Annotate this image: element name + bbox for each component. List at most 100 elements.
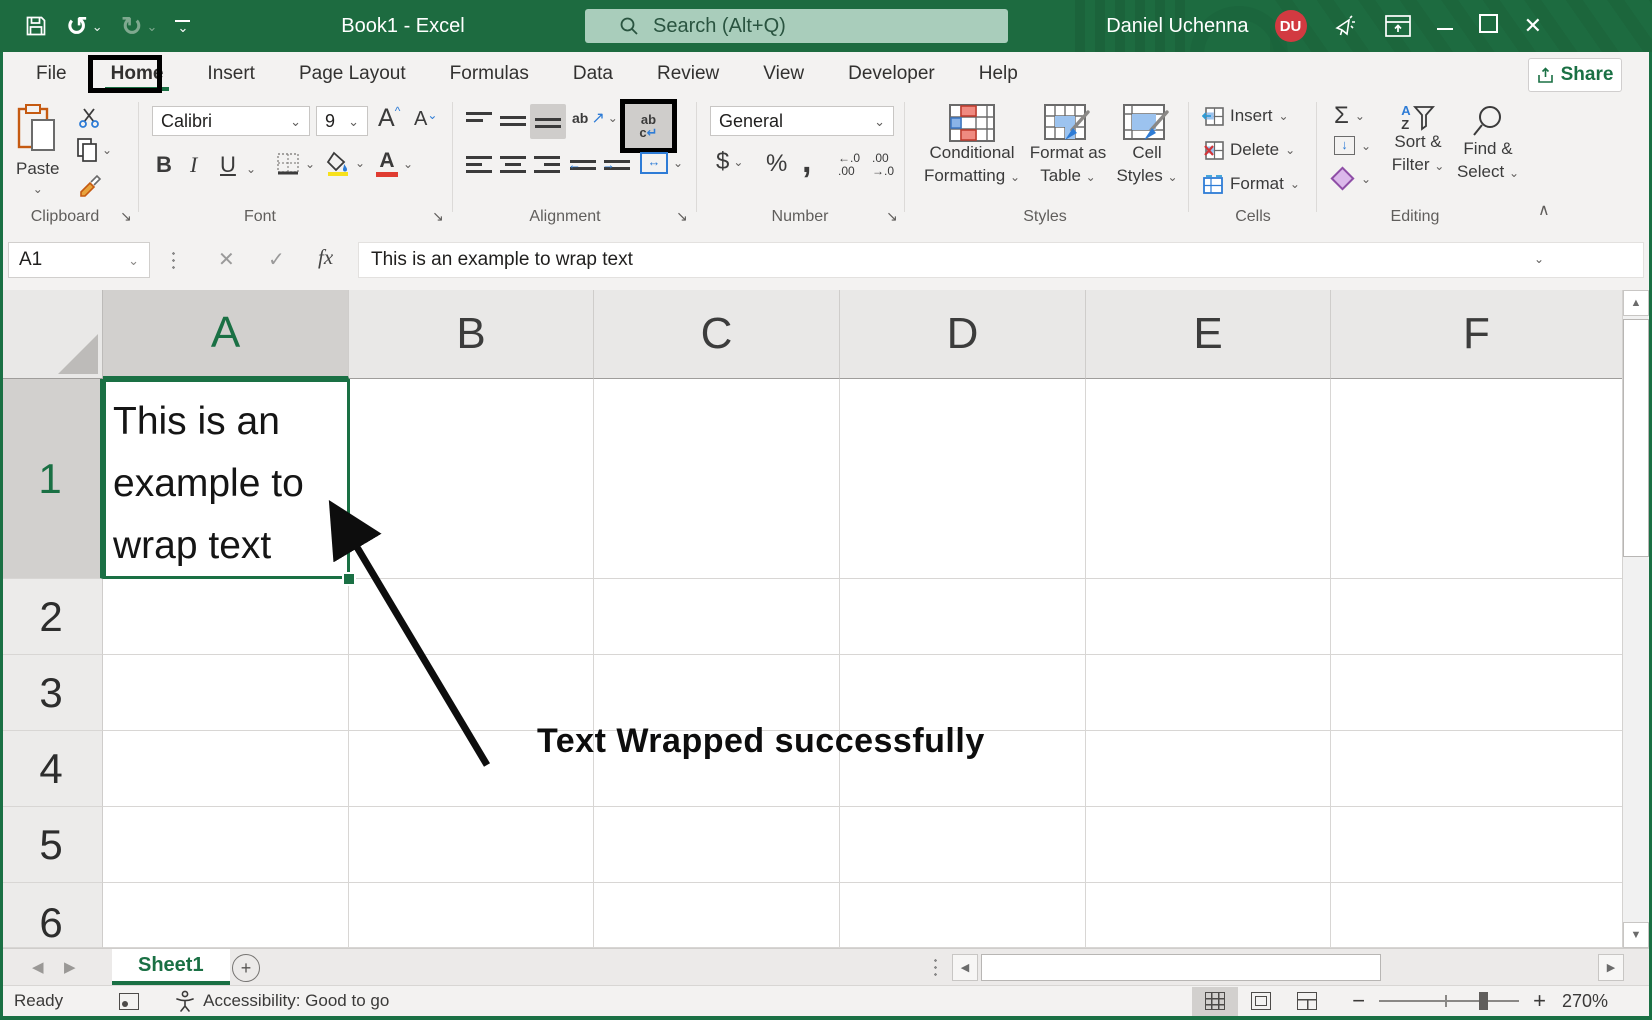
column-header-a[interactable]: A — [103, 290, 349, 379]
row-header-5[interactable]: 5 — [0, 807, 103, 883]
cell[interactable] — [1086, 807, 1331, 883]
vertical-scrollbar[interactable]: ▲ ▼ — [1622, 290, 1649, 948]
zoom-level[interactable]: 270% — [1562, 991, 1608, 1012]
fill-color-button[interactable]: ⌄ — [326, 150, 365, 176]
row-header-6[interactable]: 6 — [0, 883, 103, 948]
tab-help[interactable]: Help — [957, 63, 1040, 85]
share-button[interactable]: Share — [1528, 58, 1622, 92]
cell[interactable] — [103, 731, 349, 807]
increase-indent-button[interactable]: → — [604, 154, 630, 180]
user-name[interactable]: Daniel Uchenna — [1106, 15, 1248, 38]
conditional-formatting-button[interactable]: Conditional Formatting ⌄ — [922, 104, 1022, 188]
zoom-slider-handle[interactable] — [1479, 992, 1488, 1010]
paste-button[interactable]: Paste⌄ — [16, 104, 59, 197]
insert-function-icon[interactable]: fx — [318, 245, 333, 270]
cell[interactable] — [1331, 807, 1622, 883]
cell[interactable] — [1331, 655, 1622, 731]
coming-soon-megaphone-icon[interactable] — [1333, 13, 1359, 39]
tab-page-layout[interactable]: Page Layout — [277, 63, 428, 85]
copy-button[interactable]: ⌄ — [76, 138, 112, 162]
font-name-combobox[interactable]: Calibri⌄ — [152, 106, 310, 136]
cell[interactable] — [103, 655, 349, 731]
underline-dropdown-icon[interactable]: ⌄ — [246, 162, 256, 176]
align-center-button[interactable] — [500, 154, 526, 180]
cell[interactable] — [1086, 579, 1331, 655]
comma-style-button[interactable]: , — [802, 142, 811, 181]
close-button[interactable]: ✕ — [1524, 15, 1542, 37]
previous-sheet-icon[interactable]: ◀ — [32, 958, 44, 976]
enter-entry-icon[interactable]: ✓ — [268, 247, 285, 272]
column-header-d[interactable]: D — [840, 290, 1086, 379]
column-header-c[interactable]: C — [594, 290, 840, 379]
tab-file[interactable]: File — [14, 63, 89, 85]
cell-styles-button[interactable]: Cell Styles ⌄ — [1112, 104, 1182, 188]
cell[interactable] — [840, 655, 1086, 731]
tab-review[interactable]: Review — [635, 63, 741, 85]
number-dialog-launcher-icon[interactable]: ↘ — [886, 208, 898, 225]
cell[interactable] — [103, 807, 349, 883]
cut-button[interactable] — [78, 106, 100, 128]
sort-filter-button[interactable]: AZ Sort & Filter ⌄ — [1384, 104, 1452, 177]
column-header-b[interactable]: B — [349, 290, 594, 379]
cell[interactable] — [349, 883, 594, 948]
formula-bar-drag-handle[interactable] — [172, 250, 175, 271]
insert-cells-button[interactable]: Insert⌄ — [1202, 106, 1289, 126]
accounting-format-button[interactable]: $ ⌄ — [716, 148, 743, 176]
formula-content[interactable]: This is an example to wrap text — [358, 242, 1644, 278]
next-sheet-icon[interactable]: ▶ — [64, 958, 76, 976]
expand-formula-bar-icon[interactable]: ⌄ — [1534, 252, 1544, 266]
save-icon[interactable] — [24, 14, 48, 38]
middle-align-button[interactable] — [500, 110, 526, 136]
tab-scroll-splitter-handle[interactable] — [934, 957, 937, 978]
macro-record-icon[interactable] — [119, 993, 139, 1010]
column-header-f[interactable]: F — [1331, 290, 1622, 379]
row-header-4[interactable]: 4 — [0, 731, 103, 807]
cell-A1[interactable]: This is an example to wrap text — [103, 379, 349, 579]
font-dialog-launcher-icon[interactable]: ↘ — [432, 208, 444, 225]
cell-E1[interactable] — [1086, 379, 1331, 579]
merge-and-center-button[interactable]: ↔ ⌄ — [640, 152, 683, 174]
decrease-font-size-button[interactable]: A⌄ — [414, 108, 437, 131]
zoom-out-button[interactable]: − — [1352, 988, 1365, 1014]
decrease-decimal-button[interactable]: .00→.0 — [872, 152, 894, 177]
cell[interactable] — [1331, 883, 1622, 948]
cell[interactable] — [1086, 655, 1331, 731]
fill-button[interactable]: ↓ ⌄ — [1334, 136, 1371, 155]
chevron-down-icon[interactable]: ⌄ — [92, 20, 103, 33]
cell-B1[interactable] — [349, 379, 594, 579]
cell-D1[interactable] — [840, 379, 1086, 579]
row-header-2[interactable]: 2 — [0, 579, 103, 655]
scroll-left-icon[interactable]: ◀ — [952, 954, 978, 981]
find-select-button[interactable]: Find & Select ⌄ — [1452, 104, 1524, 184]
minimize-button[interactable] — [1437, 17, 1453, 35]
scroll-up-icon[interactable]: ▲ — [1623, 290, 1649, 316]
cell[interactable] — [594, 655, 840, 731]
vertical-scrollbar-thumb[interactable] — [1623, 319, 1649, 557]
cell[interactable] — [594, 807, 840, 883]
align-left-button[interactable] — [466, 154, 492, 180]
align-right-button[interactable] — [534, 154, 560, 180]
column-header-e[interactable]: E — [1086, 290, 1331, 379]
font-size-combobox[interactable]: 9⌄ — [316, 106, 368, 136]
cell[interactable] — [1331, 731, 1622, 807]
cell-F1[interactable] — [1331, 379, 1622, 579]
page-break-preview-button[interactable] — [1284, 987, 1330, 1016]
percent-style-button[interactable]: % — [766, 150, 787, 178]
cancel-entry-icon[interactable]: ✕ — [218, 247, 235, 272]
scroll-right-icon[interactable]: ▶ — [1598, 954, 1624, 981]
decrease-indent-button[interactable]: ← — [570, 154, 596, 180]
orientation-button[interactable]: ab ↗ ⌄ — [572, 108, 618, 128]
accessibility-checker[interactable]: Accessibility: Good to go — [175, 990, 389, 1012]
maximize-button[interactable] — [1479, 14, 1498, 38]
new-sheet-button[interactable]: + — [232, 954, 260, 982]
horizontal-scrollbar[interactable]: ◀ ▶ — [952, 954, 1624, 981]
avatar[interactable]: DU — [1275, 10, 1307, 42]
tab-data[interactable]: Data — [551, 63, 635, 85]
wrap-text-button[interactable]: ab c↵ — [639, 113, 657, 139]
format-cells-button[interactable]: Format⌄ — [1202, 174, 1300, 194]
tab-formulas[interactable]: Formulas — [428, 63, 551, 85]
italic-button[interactable]: I — [190, 152, 197, 178]
increase-decimal-button[interactable]: ←.0.00 — [838, 152, 860, 177]
bold-button[interactable]: B — [156, 152, 172, 178]
autosum-button[interactable]: Σ ⌄ — [1334, 102, 1365, 130]
